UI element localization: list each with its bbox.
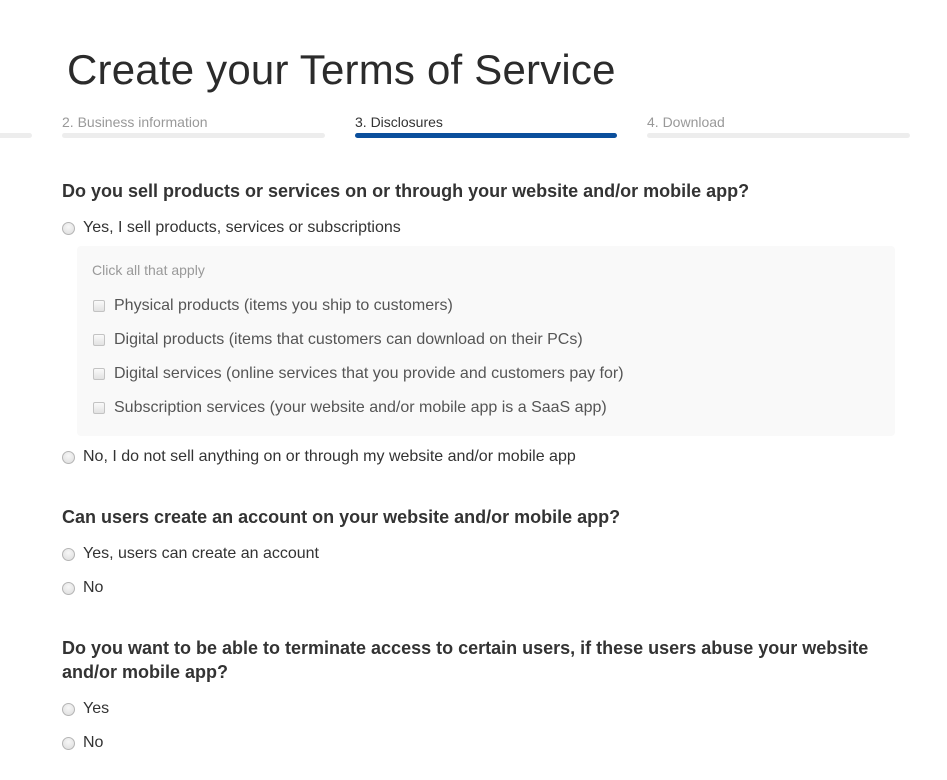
radio-button[interactable] (62, 702, 75, 716)
radio-button[interactable] (62, 736, 75, 750)
checkbox[interactable] (93, 334, 105, 346)
checkbox-label: Digital services (online services that y… (114, 365, 624, 382)
option-label: No (83, 579, 104, 596)
checkbox-digital-services[interactable]: Digital services (online services that y… (93, 363, 624, 385)
checkbox-label: Digital products (items that customers c… (114, 331, 583, 348)
radio-button[interactable] (62, 450, 75, 464)
option-label: No, I do not sell anything on or through… (83, 448, 576, 465)
option-accounts-no[interactable]: No (62, 577, 103, 599)
question-user-accounts: Can users create an account on your webs… (62, 507, 621, 527)
sell-types-panel: Click all that apply Physical products (… (77, 246, 895, 436)
radio-button[interactable] (62, 221, 75, 235)
checkbox[interactable] (93, 402, 105, 414)
step-label: 2. Business information (62, 114, 208, 130)
step-label: 3. Disclosures (355, 114, 443, 130)
option-label: No (83, 734, 104, 751)
option-terminate-no[interactable]: No (62, 732, 103, 754)
option-terminate-yes[interactable]: Yes (62, 698, 109, 720)
radio-button[interactable] (62, 547, 75, 561)
checkbox-label: Subscription services (your website and/… (114, 399, 607, 416)
step-progress-track-active (355, 133, 617, 138)
option-label: Yes, I sell products, services or subscr… (83, 219, 401, 236)
option-label: Yes, users can create an account (83, 545, 319, 562)
checkbox-subscription-services[interactable]: Subscription services (your website and/… (93, 397, 607, 419)
page-title: Create your Terms of Service (67, 46, 616, 93)
option-sell-no[interactable]: No, I do not sell anything on or through… (62, 446, 576, 468)
option-sell-yes[interactable]: Yes, I sell products, services or subscr… (62, 217, 401, 239)
option-accounts-yes[interactable]: Yes, users can create an account (62, 543, 319, 565)
panel-hint: Click all that apply (92, 262, 205, 278)
radio-button[interactable] (62, 581, 75, 595)
checkbox-physical-products[interactable]: Physical products (items you ship to cus… (93, 295, 453, 317)
checkbox-label: Physical products (items you ship to cus… (114, 297, 453, 314)
step-progress-bar: 2. Business information 3. Disclosures 4… (0, 112, 947, 142)
question-terminate-access: Do you want to be able to terminate acce… (62, 638, 869, 682)
checkbox[interactable] (93, 368, 105, 380)
checkbox[interactable] (93, 300, 105, 312)
checkbox-digital-products[interactable]: Digital products (items that customers c… (93, 329, 583, 351)
option-label: Yes (83, 700, 110, 717)
step-progress-track (647, 133, 910, 138)
terms-of-service-generator-page: Create your Terms of Service 2. Business… (0, 0, 947, 780)
step-business-information[interactable]: 2. Business information (62, 112, 325, 142)
step-disclosures[interactable]: 3. Disclosures (355, 112, 617, 142)
step-download[interactable]: 4. Download (647, 112, 910, 142)
step-label: 4. Download (647, 114, 725, 130)
question-sell-products: Do you sell products or services on or t… (62, 181, 750, 201)
step-1[interactable] (0, 112, 32, 142)
step-progress-track (0, 133, 32, 138)
step-progress-track (62, 133, 325, 138)
